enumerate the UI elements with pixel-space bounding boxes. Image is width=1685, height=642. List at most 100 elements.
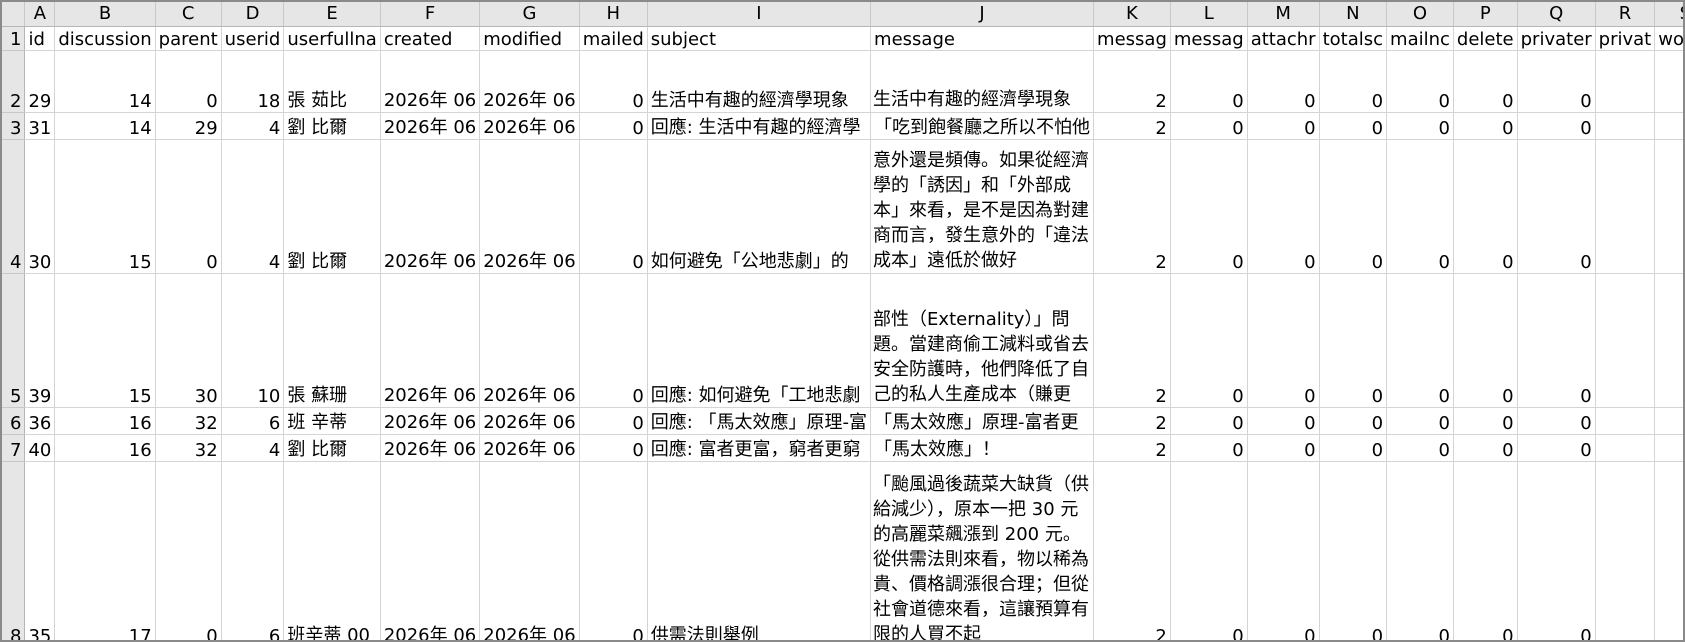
privatereplyfrom-cell[interactable] bbox=[1595, 139, 1656, 274]
mailnow-cell[interactable]: 0 bbox=[1386, 434, 1454, 462]
id-cell[interactable]: 39 bbox=[24, 273, 56, 408]
row-header[interactable]: 1 bbox=[2, 26, 26, 51]
header-cell[interactable]: subject bbox=[647, 26, 872, 51]
privatereplyto-cell[interactable]: 0 bbox=[1517, 461, 1596, 640]
totalscore-cell[interactable]: 0 bbox=[1319, 112, 1388, 140]
row-header[interactable]: 6 bbox=[2, 407, 26, 435]
privatereplyfrom-cell[interactable] bbox=[1595, 407, 1656, 435]
userid-cell[interactable]: 4 bbox=[221, 112, 285, 140]
subject-cell[interactable]: 如何避免「公地悲劇」的 bbox=[647, 139, 872, 274]
subject-cell[interactable]: 回應: 生活中有趣的經濟學 bbox=[647, 112, 872, 140]
header-cell[interactable]: modified bbox=[479, 26, 580, 51]
column-header[interactable]: Q bbox=[1517, 2, 1596, 27]
row-header[interactable]: 2 bbox=[2, 50, 26, 113]
id-cell[interactable]: 29 bbox=[24, 50, 56, 113]
parent-cell[interactable]: 0 bbox=[155, 50, 222, 113]
created-cell[interactable]: 2026年 06 bbox=[380, 273, 481, 408]
mailed-cell[interactable]: 0 bbox=[579, 139, 648, 274]
privatereplyfrom-cell[interactable] bbox=[1595, 50, 1656, 113]
mailnow-cell[interactable]: 0 bbox=[1386, 112, 1454, 140]
userid-cell[interactable]: 18 bbox=[221, 50, 285, 113]
message-cell[interactable]: 生活中有趣的經濟學現象 bbox=[870, 50, 1095, 113]
mailed-cell[interactable]: 0 bbox=[579, 273, 648, 408]
mailed-cell[interactable]: 0 bbox=[579, 112, 648, 140]
attachment-cell[interactable]: 0 bbox=[1247, 461, 1320, 640]
messageformat-cell[interactable]: 2 bbox=[1093, 461, 1171, 640]
privatereplyfrom-cell[interactable] bbox=[1595, 112, 1656, 140]
messageformat-cell[interactable]: 2 bbox=[1093, 273, 1171, 408]
parent-cell[interactable]: 30 bbox=[155, 273, 222, 408]
column-header[interactable]: H bbox=[579, 2, 648, 27]
parent-cell[interactable]: 32 bbox=[155, 407, 222, 435]
header-cell[interactable]: attachr bbox=[1247, 26, 1320, 51]
totalscore-cell[interactable]: 0 bbox=[1319, 50, 1388, 113]
privatereplyto-cell[interactable]: 0 bbox=[1517, 50, 1596, 113]
header-cell[interactable]: message bbox=[870, 26, 1095, 51]
column-header[interactable]: E bbox=[283, 2, 381, 27]
message-cell[interactable]: 「馬太效應」！ bbox=[870, 434, 1095, 462]
attachment-cell[interactable]: 0 bbox=[1247, 434, 1320, 462]
parent-cell[interactable]: 32 bbox=[155, 434, 222, 462]
messagetrust-cell[interactable]: 0 bbox=[1170, 273, 1248, 408]
userid-cell[interactable]: 6 bbox=[221, 461, 285, 640]
messageformat-cell[interactable]: 2 bbox=[1093, 112, 1171, 140]
column-header[interactable]: G bbox=[479, 2, 580, 27]
subject-cell[interactable]: 回應: 如何避免「工地悲劇 bbox=[647, 273, 872, 408]
privatereplyto-cell[interactable]: 0 bbox=[1517, 139, 1596, 274]
id-cell[interactable]: 31 bbox=[24, 112, 56, 140]
mailnow-cell[interactable]: 0 bbox=[1386, 407, 1454, 435]
privatereplyto-cell[interactable]: 0 bbox=[1517, 112, 1596, 140]
header-cell[interactable]: privater bbox=[1517, 26, 1596, 51]
totalscore-cell[interactable]: 0 bbox=[1319, 273, 1388, 408]
userid-cell[interactable]: 4 bbox=[221, 434, 285, 462]
column-header[interactable]: I bbox=[647, 2, 872, 27]
mailnow-cell[interactable]: 0 bbox=[1386, 139, 1454, 274]
wordcount-cell[interactable]: 1 bbox=[1654, 139, 1683, 274]
modified-cell[interactable]: 2026年 06 bbox=[479, 273, 580, 408]
message-cell[interactable]: 部性（Externality）」問題。當建商偷工減料或省去安全防護時，他們降低了… bbox=[870, 273, 1095, 408]
column-header[interactable]: B bbox=[54, 2, 156, 27]
message-cell[interactable]: 「颱風過後蔬菜大缺貨（供給減少），原本一把 30 元的高麗菜飆漲到 200 元。… bbox=[870, 461, 1095, 640]
mailnow-cell[interactable]: 0 bbox=[1386, 273, 1454, 408]
mailed-cell[interactable]: 0 bbox=[579, 434, 648, 462]
id-cell[interactable]: 35 bbox=[24, 461, 56, 640]
header-cell[interactable]: totalsc bbox=[1319, 26, 1388, 51]
header-cell[interactable]: userfullna bbox=[283, 26, 381, 51]
subject-cell[interactable]: 供需法則舉例 bbox=[647, 461, 872, 640]
header-cell[interactable]: privat bbox=[1595, 26, 1656, 51]
column-header[interactable]: N bbox=[1319, 2, 1388, 27]
header-cell[interactable]: mailed bbox=[579, 26, 648, 51]
modified-cell[interactable]: 2026年 06 bbox=[479, 434, 580, 462]
totalscore-cell[interactable]: 0 bbox=[1319, 407, 1388, 435]
discussion-cell[interactable]: 16 bbox=[54, 407, 156, 435]
id-cell[interactable]: 40 bbox=[24, 434, 56, 462]
modified-cell[interactable]: 2026年 06 bbox=[479, 407, 580, 435]
userfullname-cell[interactable]: 張 蘇珊 bbox=[283, 273, 381, 408]
column-header[interactable]: O bbox=[1386, 2, 1454, 27]
mailed-cell[interactable]: 0 bbox=[579, 461, 648, 640]
message-cell[interactable]: 「馬太效應」原理-富者更 bbox=[870, 407, 1095, 435]
messagetrust-cell[interactable]: 0 bbox=[1170, 112, 1248, 140]
userfullname-cell[interactable]: 張 茹比 bbox=[283, 50, 381, 113]
totalscore-cell[interactable]: 0 bbox=[1319, 461, 1388, 640]
created-cell[interactable]: 2026年 06 bbox=[380, 461, 481, 640]
wordcount-cell[interactable]: 2 bbox=[1654, 273, 1683, 408]
attachment-cell[interactable]: 0 bbox=[1247, 273, 1320, 408]
userfullname-cell[interactable]: 劉 比爾 bbox=[283, 139, 381, 274]
messagetrust-cell[interactable]: 0 bbox=[1170, 407, 1248, 435]
wordcount-cell[interactable]: 1 bbox=[1654, 50, 1683, 113]
modified-cell[interactable]: 2026年 06 bbox=[479, 112, 580, 140]
row-header[interactable]: 8 bbox=[2, 461, 26, 640]
userid-cell[interactable]: 10 bbox=[221, 273, 285, 408]
modified-cell[interactable]: 2026年 06 bbox=[479, 50, 580, 113]
attachment-cell[interactable]: 0 bbox=[1247, 112, 1320, 140]
column-header[interactable]: A bbox=[24, 2, 56, 27]
totalscore-cell[interactable]: 0 bbox=[1319, 434, 1388, 462]
column-header[interactable]: R bbox=[1595, 2, 1656, 27]
messagetrust-cell[interactable]: 0 bbox=[1170, 434, 1248, 462]
row-header[interactable]: 5 bbox=[2, 273, 26, 408]
spreadsheet-grid[interactable]: A B C D E F G H I J K L M N O P Q R S T … bbox=[0, 0, 1685, 642]
userfullname-cell[interactable]: 劉 比爾 bbox=[283, 434, 381, 462]
created-cell[interactable]: 2026年 06 bbox=[380, 112, 481, 140]
subject-cell[interactable]: 回應: 富者更富，窮者更窮 bbox=[647, 434, 872, 462]
